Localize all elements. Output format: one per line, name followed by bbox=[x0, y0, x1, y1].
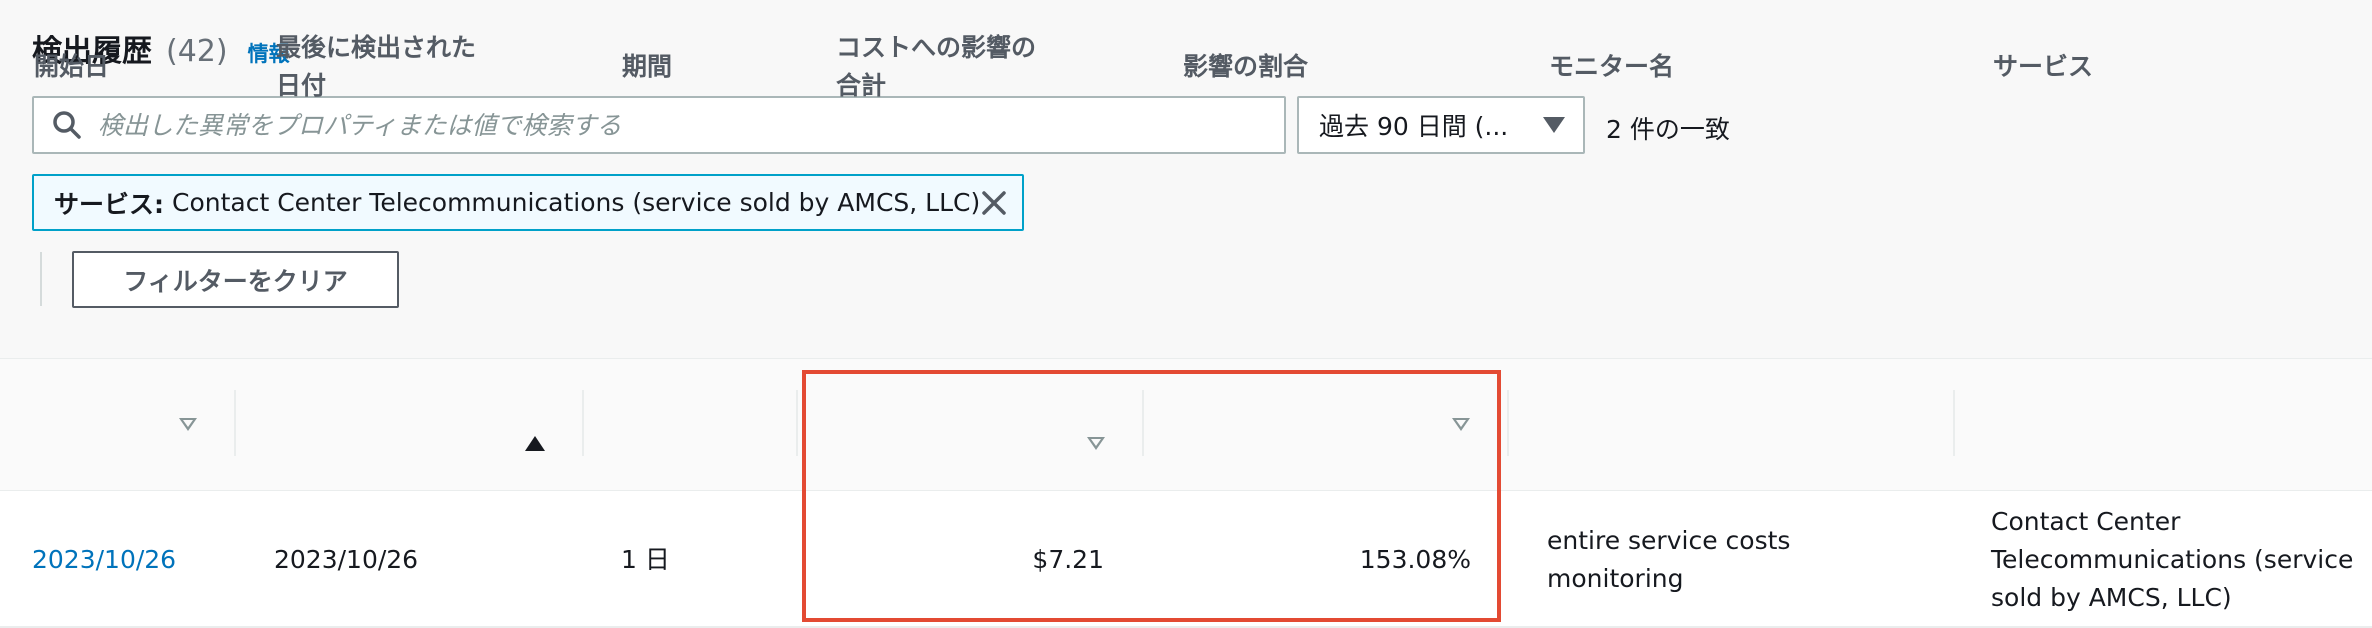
column-divider bbox=[796, 390, 798, 456]
column-header-start-date[interactable]: 開始日 bbox=[34, 0, 234, 133]
filter-token-key: サービス: bbox=[54, 189, 164, 219]
column-header-last-detected[interactable]: 最後に検出された 日付 bbox=[276, 0, 576, 133]
column-header-impact-percentage[interactable]: 影響の割合 bbox=[1183, 0, 1423, 133]
column-header-monitor-name[interactable]: モニター名 bbox=[1549, 0, 1799, 133]
sort-icon[interactable] bbox=[1087, 437, 1105, 450]
column-label: 期間 bbox=[622, 51, 673, 81]
filter-token-value: Contact Center Telecommunications (servi… bbox=[172, 188, 981, 217]
column-divider bbox=[234, 390, 236, 456]
column-divider bbox=[1953, 390, 1955, 456]
column-header-service[interactable]: サービス bbox=[1993, 0, 2243, 133]
column-divider bbox=[1507, 390, 1509, 456]
sort-icon[interactable] bbox=[1452, 418, 1470, 431]
cell-service: Contact Center Telecommunications (servi… bbox=[1991, 506, 2354, 612]
column-label: コストへの影響の 合計 bbox=[836, 32, 1037, 100]
column-divider bbox=[582, 390, 584, 456]
clear-filters-button[interactable]: フィルターをクリア bbox=[72, 251, 399, 308]
cell-start-date[interactable]: 2023/10/26 bbox=[32, 491, 232, 628]
sort-icon[interactable] bbox=[179, 418, 197, 431]
column-divider bbox=[1142, 390, 1144, 456]
table-header bbox=[0, 358, 2372, 491]
cell-impact-percentage: 153.08% bbox=[1359, 544, 1471, 574]
cell-last-detected: 2023/10/26 bbox=[274, 544, 419, 574]
column-label: 開始日 bbox=[34, 51, 110, 81]
cell-duration: 1 日 bbox=[621, 544, 670, 574]
cell-total-cost-impact: $7.21 bbox=[1032, 544, 1104, 574]
cell-monitor-name: entire service costs monitoring bbox=[1547, 525, 1791, 593]
column-label: 影響の割合 bbox=[1183, 51, 1309, 81]
column-label: サービス bbox=[1993, 51, 2094, 81]
divider bbox=[40, 252, 42, 306]
column-header-total-cost-impact[interactable]: コストへの影響の 合計 bbox=[836, 0, 1096, 133]
filter-token: サービス: Contact Center Telecommunications … bbox=[32, 174, 1024, 231]
column-header-duration[interactable]: 期間 bbox=[622, 0, 772, 133]
sort-ascending-icon[interactable] bbox=[525, 436, 545, 451]
column-label: 最後に検出された 日付 bbox=[276, 32, 477, 100]
column-label: モニター名 bbox=[1549, 51, 1675, 81]
close-icon[interactable] bbox=[980, 189, 1008, 217]
start-date-link[interactable]: 2023/10/26 bbox=[32, 541, 176, 579]
